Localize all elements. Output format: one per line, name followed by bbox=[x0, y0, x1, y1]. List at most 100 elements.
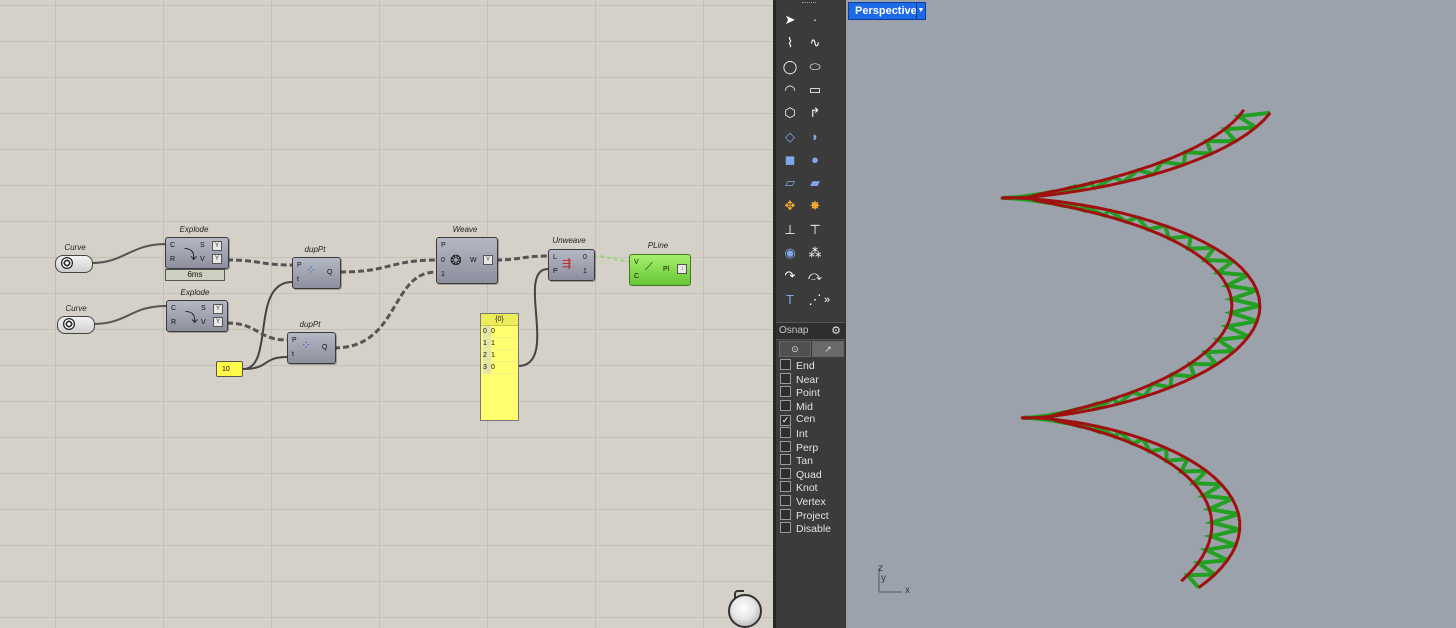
polygon-icon[interactable]: ⬡ bbox=[777, 102, 803, 124]
text-icon[interactable]: T bbox=[777, 289, 803, 311]
osnap-item-point[interactable]: Point bbox=[780, 386, 820, 399]
checkbox-icon[interactable] bbox=[780, 481, 791, 493]
pline-component[interactable]: V C ⟋ Pl ↓ bbox=[629, 254, 691, 286]
curve-from-object-icon[interactable]: ↷ bbox=[777, 265, 803, 287]
checkbox-icon[interactable] bbox=[780, 454, 791, 466]
explode1-input-r[interactable]: R bbox=[170, 255, 175, 264]
unweave-output-0[interactable]: 0 bbox=[583, 253, 587, 262]
dupPt1-title: dupPt bbox=[304, 245, 326, 254]
point-icon[interactable]: · bbox=[802, 9, 828, 31]
explode2-input-r[interactable]: R bbox=[171, 318, 176, 327]
dupPt1-component[interactable]: P t ⁘ Q bbox=[292, 257, 341, 289]
osnap-item-quad[interactable]: Quad bbox=[780, 467, 822, 481]
mesh-plane-icon[interactable]: ▱ bbox=[777, 172, 803, 194]
more-icon[interactable]: » bbox=[820, 289, 834, 311]
pline-input-c[interactable]: C bbox=[634, 272, 639, 281]
osnap-item-cen[interactable]: ✓ Cen bbox=[780, 413, 815, 427]
explode2-output-s[interactable]: S bbox=[201, 304, 206, 313]
checkbox-icon[interactable] bbox=[780, 386, 791, 398]
toolbar-grip[interactable] bbox=[802, 2, 816, 6]
fillet-curve-icon[interactable]: ↱ bbox=[802, 102, 828, 124]
boolean-union-icon[interactable]: ◉ bbox=[777, 242, 803, 264]
dupPt2-input-p[interactable]: P bbox=[292, 336, 297, 345]
osnap-item-tan[interactable]: Tan bbox=[780, 454, 813, 467]
unweave-input-p[interactable]: P bbox=[553, 267, 558, 276]
unweave-input-l[interactable]: L bbox=[553, 253, 557, 262]
unweave-component[interactable]: L P ⇶ 0 1 bbox=[548, 249, 595, 281]
unweave-output-1[interactable]: 1 bbox=[583, 267, 587, 276]
weave-output-w[interactable]: W bbox=[470, 256, 477, 265]
rectangle-icon[interactable]: ▭ bbox=[802, 79, 828, 101]
polyline-icon[interactable]: ⌇ bbox=[777, 32, 803, 54]
explode-icon[interactable]: ✸ bbox=[802, 195, 828, 217]
curve2-component[interactable] bbox=[57, 316, 95, 334]
sweep-surface-icon[interactable]: ◗ bbox=[802, 126, 828, 148]
checkbox-icon[interactable] bbox=[780, 399, 791, 411]
viewport-tab[interactable]: Perspective bbox=[848, 2, 924, 20]
checkbox-icon[interactable] bbox=[780, 522, 791, 534]
group-icon[interactable]: ⁂ bbox=[802, 242, 828, 264]
weave-input-p[interactable]: P bbox=[441, 241, 446, 250]
weave-input-0[interactable]: 0 bbox=[441, 256, 445, 265]
select-arrow-icon[interactable]: ➤ bbox=[777, 9, 803, 31]
gear-icon[interactable]: ⚙ bbox=[831, 323, 841, 339]
osnap-item-perp[interactable]: Perp bbox=[780, 440, 818, 454]
surface-points-icon[interactable]: ◇ bbox=[777, 126, 803, 148]
arc-icon[interactable]: ◠ bbox=[777, 79, 803, 101]
osnap-item-int[interactable]: Int bbox=[780, 427, 808, 440]
checkbox-icon[interactable] bbox=[780, 372, 791, 384]
checkbox-icon[interactable] bbox=[780, 440, 791, 452]
dupPt2-input-t[interactable]: t bbox=[292, 350, 294, 359]
canvas-preview-ball-icon[interactable] bbox=[728, 594, 762, 628]
osnap-item-knot[interactable]: Knot bbox=[780, 481, 818, 494]
checkbox-icon[interactable] bbox=[780, 508, 791, 520]
grasshopper-canvas[interactable]: Curve Curve Explode C R ⤵ S V Y Y 6ms Ex… bbox=[0, 0, 773, 628]
dimension-icon[interactable]: ⊥ bbox=[777, 219, 803, 241]
checkbox-icon[interactable] bbox=[780, 495, 791, 506]
chevron-down-icon[interactable]: ▼ bbox=[916, 2, 926, 20]
checkbox-checked-icon[interactable]: ✓ bbox=[780, 415, 791, 427]
explode1-output-v[interactable]: V bbox=[200, 255, 205, 264]
sphere-solid-icon[interactable]: ● bbox=[802, 149, 828, 171]
pattern-panel[interactable]: {0} 00 11 21 30 bbox=[480, 313, 519, 421]
explode1-input-c[interactable]: C bbox=[170, 241, 175, 250]
weave-input-1[interactable]: 1 bbox=[441, 270, 445, 279]
checkbox-icon[interactable] bbox=[780, 467, 791, 479]
osnap-tab-persistent[interactable]: ⊙ bbox=[779, 341, 811, 357]
dupPt1-output-q[interactable]: Q bbox=[327, 268, 332, 277]
dupPt2-output-q[interactable]: Q bbox=[322, 343, 327, 352]
box-solid-icon[interactable]: ◼ bbox=[777, 149, 803, 171]
circle-icon[interactable]: ◯ bbox=[777, 56, 803, 78]
osnap-item-mid[interactable]: Mid bbox=[780, 399, 813, 413]
explode2-input-c[interactable]: C bbox=[171, 304, 176, 313]
osnap-item-vertex[interactable]: Vertex bbox=[780, 495, 826, 508]
ellipse-icon[interactable]: ⬭ bbox=[802, 56, 828, 78]
dupPt1-input-p[interactable]: P bbox=[297, 261, 302, 270]
curve1-component[interactable] bbox=[55, 255, 93, 273]
curve-icon[interactable]: ∿ bbox=[802, 32, 828, 54]
osnap-item-near[interactable]: Near bbox=[780, 372, 819, 386]
transform-icon[interactable]: ✥ bbox=[777, 195, 803, 217]
number-slider[interactable]: 10 bbox=[216, 361, 243, 377]
checkbox-icon[interactable] bbox=[780, 359, 791, 370]
osnap-tab-curve[interactable]: ↗ bbox=[812, 341, 844, 357]
weave-component[interactable]: P 0 1 ❂ W Y bbox=[436, 237, 498, 284]
dupPt1-input-t[interactable]: t bbox=[297, 275, 299, 284]
osnap-item-end[interactable]: End bbox=[780, 359, 815, 372]
panel-row: 11 bbox=[481, 338, 518, 350]
explode1-component[interactable]: C R ⤵ S V Y Y bbox=[165, 237, 229, 269]
dupPt2-component[interactable]: P t ⁘ Q bbox=[287, 332, 336, 364]
osnap-item-project[interactable]: Project bbox=[780, 508, 829, 522]
mesh-box-icon[interactable]: ▰ bbox=[802, 172, 828, 194]
arc-blend-icon[interactable]: ⤼ bbox=[802, 265, 828, 287]
text-dot-icon[interactable]: ⊤ bbox=[802, 219, 828, 241]
osnap-item-disable[interactable]: Disable bbox=[780, 522, 831, 535]
explode2-component[interactable]: C R ⤵ S V Y Y bbox=[166, 300, 228, 332]
checkbox-icon[interactable] bbox=[780, 427, 791, 438]
pline-input-v[interactable]: V bbox=[634, 258, 639, 267]
explode2-output-v[interactable]: V bbox=[201, 318, 206, 327]
perspective-viewport[interactable]: Perspective ▼ z y x bbox=[845, 0, 1456, 628]
explode1-output-s[interactable]: S bbox=[200, 241, 205, 250]
pline-output-pl[interactable]: Pl bbox=[663, 265, 669, 274]
bracing-layer bbox=[1002, 110, 1271, 590]
